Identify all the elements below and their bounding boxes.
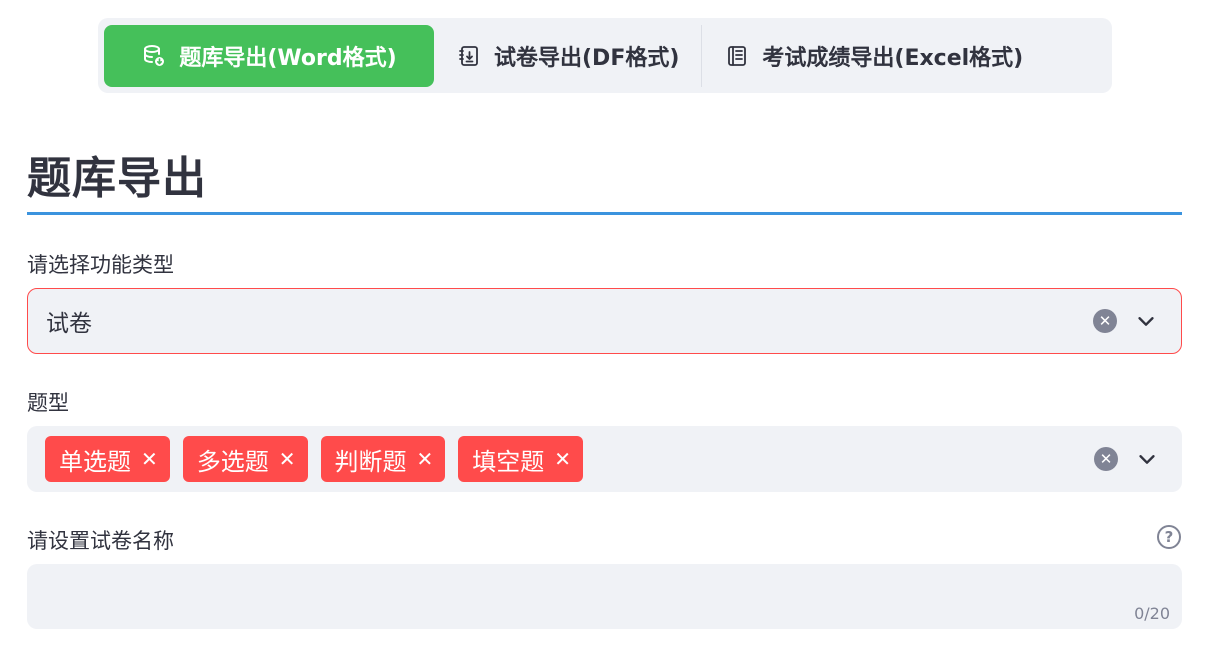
- function-type-label: 请选择功能类型: [27, 253, 174, 277]
- tab-exam-scores-excel[interactable]: 考试成绩导出(Excel格式): [702, 25, 1045, 87]
- remove-tag-icon[interactable]: ✕: [554, 449, 571, 469]
- tag-single-choice: 单选题 ✕: [45, 436, 170, 482]
- tag-label: 填空题: [472, 447, 545, 476]
- tab-label: 考试成绩导出(Excel格式): [762, 45, 1024, 71]
- tag-label: 单选题: [59, 447, 131, 476]
- title-divider: [27, 212, 1182, 215]
- question-type-label: 题型: [27, 391, 69, 415]
- tab-label: 试卷导出(DF格式): [494, 45, 680, 71]
- paper-name-input[interactable]: 0/20: [27, 564, 1182, 629]
- page-title: 题库导出: [27, 153, 207, 204]
- export-tab-bar: 题库导出(Word格式) 试卷导出(DF格式) 考试成绩导出(Excel格式): [98, 18, 1112, 93]
- clear-icon[interactable]: ✕: [1093, 309, 1117, 333]
- tab-paper-pdf[interactable]: 试卷导出(DF格式): [434, 25, 701, 87]
- char-counter: 0/20: [1134, 604, 1170, 623]
- tab-question-bank-word[interactable]: 题库导出(Word格式): [104, 24, 434, 87]
- paper-name-label: 请设置试卷名称: [27, 529, 174, 553]
- clear-icon[interactable]: ✕: [1094, 447, 1118, 471]
- function-type-value: 试卷: [46, 311, 92, 337]
- journal-icon: [724, 43, 750, 69]
- selected-tags: 单选题 ✕ 多选题 ✕ 判断题 ✕ 填空题 ✕: [45, 436, 1094, 482]
- tag-multiple-choice: 多选题 ✕: [182, 436, 308, 482]
- tag-fill-blank: 填空题 ✕: [458, 436, 584, 482]
- remove-tag-icon[interactable]: ✕: [417, 449, 434, 469]
- tag-true-false: 判断题 ✕: [320, 436, 446, 482]
- remove-tag-icon[interactable]: ✕: [141, 449, 158, 469]
- chevron-down-icon[interactable]: [1135, 310, 1157, 332]
- tag-label: 判断题: [334, 447, 407, 476]
- database-download-icon: [141, 43, 167, 69]
- remove-tag-icon[interactable]: ✕: [279, 449, 296, 469]
- tab-label: 题库导出(Word格式): [179, 45, 397, 71]
- question-type-multiselect[interactable]: 单选题 ✕ 多选题 ✕ 判断题 ✕ 填空题 ✕ ✕: [27, 426, 1182, 492]
- file-import-icon: [456, 43, 482, 69]
- tag-label: 多选题: [196, 447, 269, 476]
- help-icon[interactable]: ?: [1157, 525, 1181, 549]
- chevron-down-icon[interactable]: [1136, 448, 1158, 470]
- function-type-select[interactable]: 试卷 ✕: [27, 288, 1182, 354]
